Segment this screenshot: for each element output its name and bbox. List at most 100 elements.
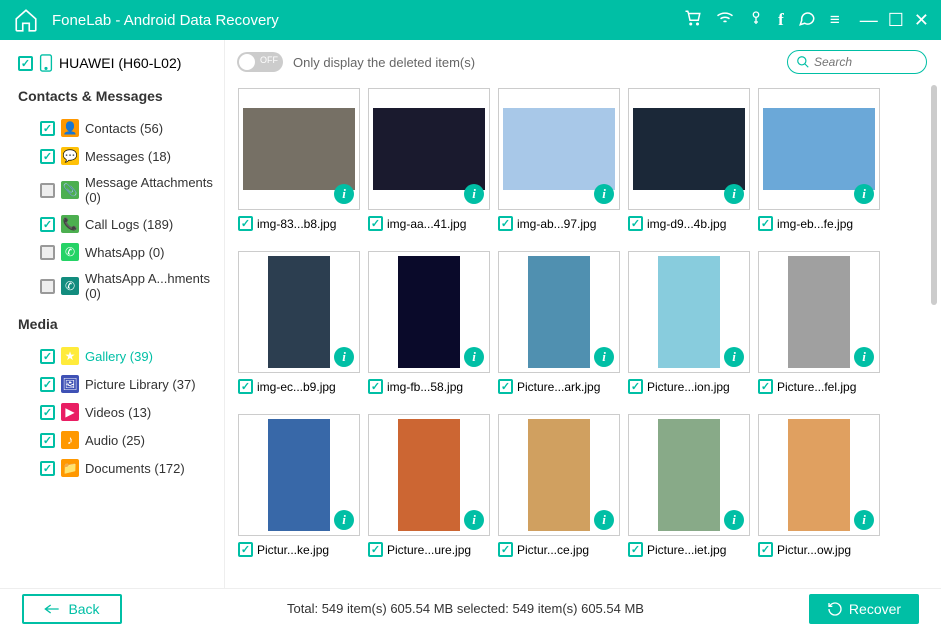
checkbox-icon[interactable] — [368, 216, 383, 231]
thumbnail[interactable]: i — [498, 88, 620, 210]
thumbnail[interactable]: i — [368, 88, 490, 210]
sidebar-item[interactable]: ✆ WhatsApp A...hments (0) — [18, 266, 214, 306]
file-tile[interactable]: i img-aa...41.jpg — [365, 88, 493, 231]
info-icon[interactable]: i — [854, 347, 874, 367]
checkbox-icon[interactable] — [758, 379, 773, 394]
checkbox-icon[interactable] — [40, 461, 55, 476]
checkbox-icon[interactable] — [628, 216, 643, 231]
thumbnail[interactable]: i — [498, 251, 620, 373]
home-icon[interactable] — [12, 6, 40, 34]
file-tile[interactable]: i img-fb...58.jpg — [365, 251, 493, 394]
thumbnail[interactable]: i — [628, 88, 750, 210]
sidebar-item[interactable]: 📞 Call Logs (189) — [18, 210, 214, 238]
file-tile[interactable]: i img-eb...fe.jpg — [755, 88, 883, 231]
toggle-deleted[interactable]: OFF — [237, 52, 283, 72]
checkbox-icon[interactable] — [40, 377, 55, 392]
minimize-icon[interactable]: — — [860, 10, 878, 31]
sidebar-item[interactable]: 🖼 Picture Library (37) — [18, 370, 214, 398]
checkbox-icon[interactable] — [368, 542, 383, 557]
info-icon[interactable]: i — [854, 510, 874, 530]
file-tile[interactable]: i img-ec...b9.jpg — [235, 251, 363, 394]
info-icon[interactable]: i — [854, 184, 874, 204]
thumbnail[interactable]: i — [238, 251, 360, 373]
thumbnail[interactable]: i — [758, 88, 880, 210]
info-icon[interactable]: i — [724, 347, 744, 367]
sidebar-item[interactable]: ★ Gallery (39) — [18, 342, 214, 370]
checkbox-icon[interactable] — [628, 542, 643, 557]
wifi-icon[interactable] — [716, 9, 734, 32]
sidebar-item[interactable]: 📁 Documents (172) — [18, 454, 214, 482]
info-icon[interactable]: i — [594, 510, 614, 530]
thumbnail[interactable]: i — [498, 414, 620, 536]
close-icon[interactable]: ✕ — [914, 10, 929, 31]
search-input[interactable] — [814, 55, 914, 69]
thumbnail[interactable]: i — [368, 251, 490, 373]
thumbnail[interactable]: i — [758, 251, 880, 373]
info-icon[interactable]: i — [594, 184, 614, 204]
checkbox-icon[interactable] — [238, 379, 253, 394]
thumbnail[interactable]: i — [758, 414, 880, 536]
info-icon[interactable]: i — [594, 347, 614, 367]
back-button[interactable]: Back — [22, 594, 122, 624]
checkbox-icon[interactable] — [368, 379, 383, 394]
info-icon[interactable]: i — [334, 510, 354, 530]
thumbnail[interactable]: i — [368, 414, 490, 536]
info-icon[interactable]: i — [334, 347, 354, 367]
thumbnail[interactable]: i — [628, 414, 750, 536]
device-row[interactable]: HUAWEI (H60-L02) — [18, 54, 214, 72]
file-tile[interactable]: i Pictur...ce.jpg — [495, 414, 623, 557]
search-box[interactable] — [787, 50, 927, 74]
file-tile[interactable]: i img-83...b8.jpg — [235, 88, 363, 231]
checkbox-icon[interactable] — [758, 542, 773, 557]
info-icon[interactable]: i — [724, 510, 744, 530]
checkbox-icon[interactable] — [498, 216, 513, 231]
file-tile[interactable]: i Picture...ure.jpg — [365, 414, 493, 557]
checkbox-icon[interactable] — [40, 183, 55, 198]
info-icon[interactable]: i — [334, 184, 354, 204]
info-icon[interactable]: i — [464, 347, 484, 367]
checkbox-icon[interactable] — [628, 379, 643, 394]
checkbox-icon[interactable] — [40, 433, 55, 448]
cart-icon[interactable] — [684, 9, 702, 32]
facebook-icon[interactable]: f — [778, 10, 784, 30]
checkbox-icon[interactable] — [758, 216, 773, 231]
checkbox-icon[interactable] — [40, 245, 55, 260]
file-tile[interactable]: i Picture...ion.jpg — [625, 251, 753, 394]
sidebar-item[interactable]: ♪ Audio (25) — [18, 426, 214, 454]
file-tile[interactable]: i img-ab...97.jpg — [495, 88, 623, 231]
info-icon[interactable]: i — [464, 510, 484, 530]
checkbox-icon[interactable] — [498, 379, 513, 394]
info-icon[interactable]: i — [464, 184, 484, 204]
key-icon[interactable] — [748, 10, 764, 31]
info-icon[interactable]: i — [724, 184, 744, 204]
checkbox-icon[interactable] — [40, 349, 55, 364]
file-tile[interactable]: i img-d9...4b.jpg — [625, 88, 753, 231]
sidebar-item[interactable]: 👤 Contacts (56) — [18, 114, 214, 142]
thumbnail[interactable]: i — [628, 251, 750, 373]
checkbox-icon[interactable] — [40, 279, 55, 294]
checkbox-icon[interactable] — [40, 217, 55, 232]
sidebar-item[interactable]: ✆ WhatsApp (0) — [18, 238, 214, 266]
file-tile[interactable]: i Picture...iet.jpg — [625, 414, 753, 557]
chat-icon[interactable] — [798, 9, 816, 32]
checkbox-icon[interactable] — [40, 121, 55, 136]
scrollbar[interactable] — [931, 85, 939, 585]
checkbox-icon[interactable] — [40, 149, 55, 164]
thumbnail[interactable]: i — [238, 88, 360, 210]
checkbox-icon[interactable] — [40, 405, 55, 420]
checkbox-icon[interactable] — [498, 542, 513, 557]
sidebar-item[interactable]: 📎 Message Attachments (0) — [18, 170, 214, 210]
file-tile[interactable]: i Picture...fel.jpg — [755, 251, 883, 394]
sidebar-item[interactable]: ▶ Videos (13) — [18, 398, 214, 426]
file-tile[interactable]: i Pictur...ke.jpg — [235, 414, 363, 557]
file-tile[interactable]: i Picture...ark.jpg — [495, 251, 623, 394]
checkbox-icon[interactable] — [238, 542, 253, 557]
maximize-icon[interactable]: ☐ — [888, 10, 904, 31]
sidebar-item[interactable]: 💬 Messages (18) — [18, 142, 214, 170]
recover-button[interactable]: Recover — [809, 594, 919, 624]
menu-icon[interactable]: ≡ — [830, 10, 840, 30]
thumbnail[interactable]: i — [238, 414, 360, 536]
checkbox-icon[interactable] — [18, 56, 33, 71]
file-tile[interactable]: i Pictur...ow.jpg — [755, 414, 883, 557]
checkbox-icon[interactable] — [238, 216, 253, 231]
